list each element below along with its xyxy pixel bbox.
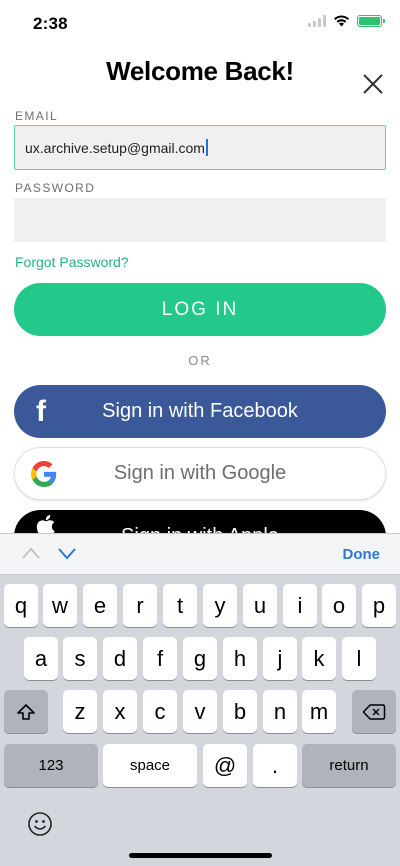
key-y[interactable]: y bbox=[203, 584, 237, 627]
facebook-signin-label: Sign in with Facebook bbox=[102, 400, 298, 422]
key-l[interactable]: l bbox=[342, 637, 376, 680]
key-m[interactable]: m bbox=[302, 690, 336, 733]
key-e[interactable]: e bbox=[83, 584, 117, 627]
page-title: Welcome Back! bbox=[106, 56, 294, 86]
key-n[interactable]: n bbox=[263, 690, 297, 733]
password-label: PASSWORD bbox=[15, 181, 96, 195]
key-k[interactable]: k bbox=[302, 637, 336, 680]
key-o[interactable]: o bbox=[322, 584, 356, 627]
key-s[interactable]: s bbox=[63, 637, 97, 680]
facebook-icon: f bbox=[36, 394, 46, 428]
cellular-signal-icon bbox=[308, 15, 326, 27]
done-button[interactable]: Done bbox=[343, 546, 381, 563]
key-d[interactable]: d bbox=[103, 637, 137, 680]
dot-key[interactable]: . bbox=[253, 744, 297, 787]
key-w[interactable]: w bbox=[43, 584, 77, 627]
login-button[interactable]: LOG IN bbox=[14, 283, 386, 336]
key-a[interactable]: a bbox=[24, 637, 58, 680]
emoji-icon[interactable] bbox=[27, 811, 53, 837]
battery-icon bbox=[357, 15, 385, 27]
key-z[interactable]: z bbox=[63, 690, 97, 733]
or-divider: OR bbox=[188, 353, 212, 368]
status-bar: 2:38 bbox=[0, 0, 400, 46]
keyboard-accessory-bar: Done bbox=[0, 533, 400, 575]
shift-key[interactable] bbox=[4, 690, 48, 733]
key-b[interactable]: b bbox=[223, 690, 257, 733]
key-q[interactable]: q bbox=[4, 584, 38, 627]
backspace-key[interactable] bbox=[352, 690, 396, 733]
key-f[interactable]: f bbox=[143, 637, 177, 680]
google-signin-button[interactable]: Sign in with Google bbox=[14, 447, 386, 500]
wifi-icon bbox=[334, 15, 349, 27]
facebook-signin-button[interactable]: f Sign in with Facebook bbox=[14, 385, 386, 438]
key-h[interactable]: h bbox=[223, 637, 257, 680]
key-r[interactable]: r bbox=[123, 584, 157, 627]
google-signin-label: Sign in with Google bbox=[113, 462, 287, 484]
key-j[interactable]: j bbox=[263, 637, 297, 680]
keyboard: Done q w e r t y u i o p a s d f g h j k… bbox=[0, 533, 400, 866]
key-v[interactable]: v bbox=[183, 690, 217, 733]
google-icon bbox=[31, 460, 57, 487]
email-label: EMAIL bbox=[15, 109, 59, 123]
key-p[interactable]: p bbox=[362, 584, 396, 627]
password-field[interactable] bbox=[14, 198, 386, 242]
status-icons bbox=[308, 15, 385, 27]
shift-icon bbox=[17, 703, 35, 720]
key-g[interactable]: g bbox=[183, 637, 217, 680]
key-x[interactable]: x bbox=[103, 690, 137, 733]
status-time: 2:38 bbox=[33, 14, 68, 33]
login-button-label: LOG IN bbox=[161, 298, 239, 320]
key-t[interactable]: t bbox=[163, 584, 197, 627]
key-c[interactable]: c bbox=[143, 690, 177, 733]
forgot-password-link[interactable]: Forgot Password? bbox=[15, 254, 129, 270]
numbers-key[interactable]: 123 bbox=[4, 744, 98, 787]
backspace-icon bbox=[362, 703, 386, 720]
email-value: ux.archive.setup@gmail.com bbox=[25, 139, 205, 156]
close-icon[interactable] bbox=[360, 71, 386, 97]
key-i[interactable]: i bbox=[283, 584, 317, 627]
chevron-up-icon[interactable] bbox=[21, 546, 41, 560]
space-key[interactable]: space bbox=[103, 744, 197, 787]
return-key[interactable]: return bbox=[302, 744, 396, 787]
text-caret bbox=[205, 139, 208, 156]
email-field[interactable]: ux.archive.setup@gmail.com bbox=[14, 125, 386, 170]
at-key[interactable]: @ bbox=[203, 744, 247, 787]
home-indicator bbox=[129, 853, 272, 858]
key-u[interactable]: u bbox=[243, 584, 277, 627]
chevron-down-icon[interactable] bbox=[57, 546, 77, 560]
